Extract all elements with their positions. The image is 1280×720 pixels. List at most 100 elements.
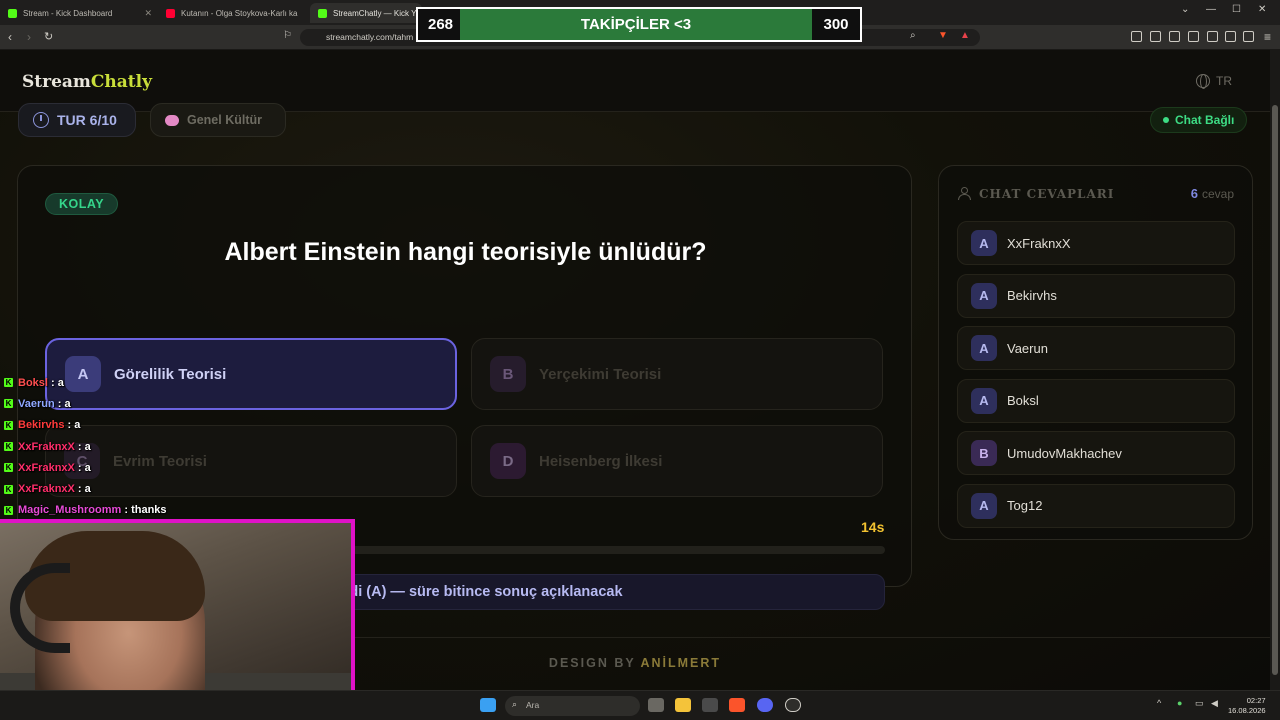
answer-row: A Tog12 [957, 483, 1235, 528]
store-icon[interactable] [702, 698, 718, 712]
tab-title: Kutanın - Olga Stoykova-Karlı ka [181, 8, 298, 18]
answer-username: XxFraknxX [1007, 235, 1071, 251]
kick-badge-icon: K [4, 463, 13, 473]
chat-username: Bekirvhs [18, 419, 65, 432]
scrollbar-thumb[interactable] [1272, 105, 1278, 675]
tab-list-icon[interactable]: ⌄ [1181, 4, 1189, 15]
windows-start-icon[interactable] [480, 698, 496, 712]
task-view-icon[interactable] [648, 698, 664, 712]
zoom-icon[interactable]: ⌕ [910, 30, 916, 41]
timer-icon [33, 112, 49, 128]
wallet-icon[interactable] [1207, 31, 1218, 42]
answer-count: 6 cevap [1191, 186, 1234, 201]
brave-browser-icon[interactable] [729, 698, 745, 712]
chat-message: K XxFraknxX : a [4, 436, 304, 457]
logo-part-a: Stream [22, 72, 91, 92]
discord-icon[interactable] [757, 698, 773, 712]
menu-icon[interactable]: ≡ [1264, 30, 1271, 44]
chat-answers-title: CHAT CEVAPLARI [979, 187, 1115, 201]
category-badge: Genel Kültür [150, 103, 286, 137]
chat-username: XxFraknxX [18, 440, 75, 453]
chat-username: Magic_Mushroomm [18, 504, 122, 517]
footer-prefix: DESIGN BY [548, 656, 636, 670]
answer-count-number: 6 [1190, 186, 1198, 201]
footer-brand[interactable]: ANİLMERT [640, 656, 721, 670]
kick-badge-icon: K [4, 399, 13, 409]
vpn-icon[interactable] [1243, 31, 1254, 42]
answer-row: B UmudovMakhachev [957, 431, 1235, 475]
option-b[interactable]: B Yerçekimi Teorisi [471, 338, 883, 410]
youtube-icon [166, 8, 175, 18]
chat-separator: : [47, 376, 58, 389]
page-scrollbar[interactable] [1270, 50, 1280, 690]
history-icon[interactable] [1169, 31, 1180, 42]
volume-icon[interactable]: ◀ [1211, 698, 1218, 709]
language-label: TR [1216, 74, 1232, 88]
file-explorer-icon[interactable] [675, 698, 691, 712]
tab-streamchatly[interactable]: StreamChatly — Kick Yayı [310, 3, 422, 23]
tab-title: Stream - Kick Dashboard [23, 8, 113, 18]
category-label: Genel Kültür [187, 113, 263, 127]
follower-current: 268 [428, 16, 454, 33]
brain-icon [165, 114, 179, 126]
answer-letter: A [971, 282, 997, 309]
chat-text: a [64, 397, 71, 410]
tab-youtube[interactable]: Kutanın - Olga Stoykova-Karlı ka [158, 3, 310, 23]
question-text: Albert Einstein hangi teorisiyle ünlüdür… [224, 238, 707, 266]
brave-shield-icon[interactable]: ▼ [938, 30, 948, 41]
close-icon[interactable]: ✕ [144, 8, 152, 19]
follower-goal-label: TAKİPÇİLER <3 [460, 9, 812, 40]
extensions-icon[interactable] [1131, 31, 1142, 42]
chat-message: K Vaerun : a [4, 393, 304, 414]
taskbar-clock[interactable]: 02:27 16.08.2026 [1228, 696, 1266, 716]
option-letter: B [490, 356, 526, 392]
window-close-icon[interactable]: ✕ [1258, 4, 1266, 15]
language-switcher[interactable]: TR [1196, 74, 1232, 89]
round-badge: TUR 6/10 [18, 103, 136, 137]
mic-icon[interactable]: ● [1177, 698, 1182, 708]
kick-badge-icon: K [4, 505, 13, 515]
answer-row: A Vaerun [957, 326, 1235, 370]
answer-username: Boksl [1007, 393, 1039, 408]
kick-icon [8, 8, 17, 18]
network-icon[interactable]: ▭ [1195, 698, 1204, 709]
answer-username: Bekirvhs [1007, 288, 1057, 303]
taskbar-search[interactable]: ⌕ Ara [505, 696, 640, 716]
clock-time: 02:27 [1246, 696, 1266, 705]
follower-goal-overlay: 268 TAKİPÇİLER <3 300 [416, 7, 862, 42]
minimize-icon[interactable]: — [1206, 4, 1216, 15]
tray-chevron-icon[interactable]: ^ [1157, 698, 1161, 708]
tab-kick-dashboard[interactable]: Stream - Kick Dashboard ✕ [0, 3, 160, 23]
tab-title: StreamChatly — Kick Yayı [333, 8, 422, 18]
chat-separator: : [74, 483, 85, 496]
maximize-icon[interactable]: ☐ [1232, 4, 1241, 15]
obs-icon[interactable] [785, 698, 801, 712]
downloads-icon[interactable] [1150, 31, 1161, 42]
windows-taskbar: ⌕ Ara ^ ● ▭ ◀ 02:27 16.08.2026 [0, 690, 1280, 720]
sidebar-icon[interactable] [1188, 31, 1199, 42]
chat-username: XxFraknxX [18, 483, 75, 496]
brave-rewards-icon[interactable]: ▲ [960, 30, 970, 41]
chat-username: Boksl [18, 376, 48, 389]
answer-letter: A [971, 492, 997, 519]
follower-goal-target: 300 [812, 9, 860, 40]
answer-username: UmudovMakhachev [1007, 445, 1122, 461]
chat-text: a [57, 376, 64, 389]
globe-icon [1196, 74, 1210, 89]
chat-text: a [84, 440, 91, 453]
chat-message: K Magic_Mushroomm : thanks [4, 500, 304, 521]
answer-row: A Bekirvhs [957, 273, 1235, 318]
answer-letter: A [971, 230, 997, 256]
bookmark-icon[interactable]: ⚐ [283, 30, 292, 41]
kick-badge-icon: K [4, 378, 13, 388]
kick-badge-icon: K [4, 420, 13, 430]
chat-text: a [84, 483, 91, 496]
forward-icon[interactable]: › [27, 30, 31, 44]
option-d[interactable]: D Heisenberg İlkesi [471, 425, 883, 497]
chat-status-label: Chat Bağlı [1175, 113, 1235, 127]
reload-icon[interactable]: ↻ [44, 30, 53, 43]
leo-icon[interactable] [1225, 31, 1236, 42]
site-logo[interactable]: StreamChatly [22, 72, 152, 92]
users-icon [958, 187, 972, 200]
back-icon[interactable]: ‹ [8, 30, 12, 44]
